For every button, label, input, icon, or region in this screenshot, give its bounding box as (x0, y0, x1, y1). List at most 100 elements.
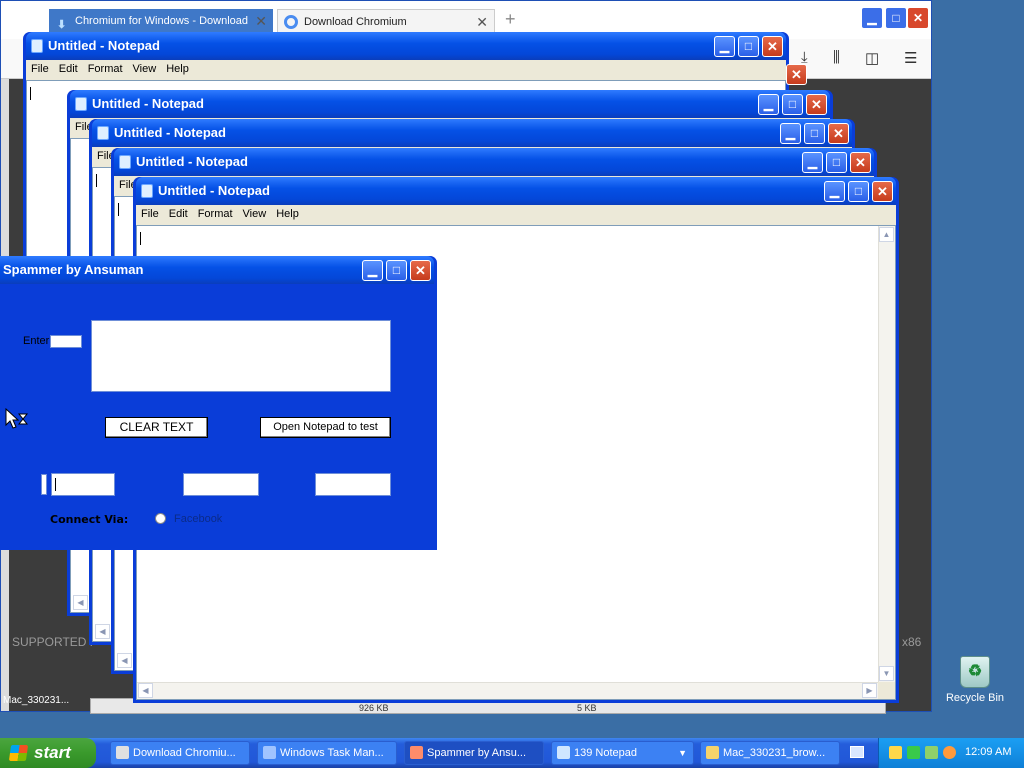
close-tab-icon[interactable]: ✕ (476, 10, 488, 33)
small-input[interactable] (41, 474, 47, 495)
window-title: Untitled - Notepad (92, 96, 204, 111)
sidebar-icon[interactable]: ◫ (865, 49, 879, 67)
input-field-2[interactable] (183, 473, 259, 496)
chromium-icon (116, 746, 129, 759)
menu-format[interactable]: Format (83, 60, 128, 75)
minimize-button[interactable]: ▁ (758, 94, 779, 115)
minimize-button[interactable]: ▁ (802, 152, 823, 173)
notepad-title-bar[interactable]: Untitled - Notepad ▁ □ ✕ (92, 119, 852, 147)
notepad-icon (141, 184, 153, 198)
windows-logo-icon (8, 745, 29, 761)
browser-tab-label: Download Chromium (304, 16, 407, 28)
minimize-button[interactable]: ▁ (780, 123, 801, 144)
close-button[interactable]: ✕ (410, 260, 431, 281)
task-label: 139 Notepad (574, 747, 637, 759)
recycle-bin[interactable]: ♻ Recycle Bin (942, 656, 1008, 704)
scroll-left-icon[interactable]: ◀ (73, 595, 88, 610)
notepad-title-bar[interactable]: Untitled - Notepad ▁ □ ✕ (136, 177, 896, 205)
close-button[interactable]: ✕ (806, 94, 827, 115)
menu-format[interactable]: Format (193, 205, 238, 220)
status-icon[interactable] (907, 746, 920, 759)
keyboard-icon[interactable] (850, 746, 864, 758)
minimize-button[interactable]: ▁ (362, 260, 383, 281)
browser-tab-download-chromium[interactable]: Download Chromium ✕ (277, 9, 495, 34)
scroll-up-icon[interactable]: ▲ (879, 227, 894, 242)
spammer-title-bar[interactable]: Spammer by Ansuman ▁ □ ✕ (0, 256, 434, 284)
browser-tab-chromium-for-windows[interactable]: ⬇ Chromium for Windows - Download ✕ (49, 9, 273, 34)
task-notepad-group[interactable]: 139 Notepad ▼ (551, 741, 694, 765)
horizontal-scrollbar[interactable]: ◀ ▶ (137, 682, 878, 699)
scroll-right-icon[interactable]: ▶ (862, 683, 877, 698)
download-icon: ⬇ (57, 19, 67, 31)
notepad-title-bar[interactable]: Untitled - Notepad ▁ □ ✕ (70, 90, 830, 118)
download-size: 926 KB (359, 703, 389, 713)
message-textarea[interactable] (91, 320, 391, 392)
menu-view[interactable]: View (128, 60, 162, 75)
download-filename: Mac_330231... (3, 695, 70, 706)
close-tab-icon[interactable]: ✕ (255, 9, 267, 34)
facebook-radio[interactable] (155, 513, 166, 524)
task-download-chromium[interactable]: Download Chromiu... (110, 741, 250, 765)
minimize-button[interactable]: ▁ (714, 36, 735, 57)
task-task-manager[interactable]: Windows Task Man... (257, 741, 397, 765)
text-caret (140, 232, 141, 245)
new-tab-button[interactable]: + (505, 9, 516, 30)
notepad-title-bar[interactable]: Untitled - Notepad ▁ □ ✕ (114, 148, 874, 176)
close-button[interactable]: ✕ (786, 64, 807, 85)
spammer-client-area: Enter CLEAR TEXT Open Notepad to test Co… (0, 284, 434, 547)
maximize-button[interactable]: □ (826, 152, 847, 173)
clock[interactable]: 12:09 AM (965, 746, 1011, 758)
browser-tab-label: Chromium for Windows - Download (75, 15, 248, 27)
maximize-button[interactable]: □ (738, 36, 759, 57)
close-button[interactable]: ✕ (850, 152, 871, 173)
maximize-button[interactable]: □ (386, 260, 407, 281)
menu-icon[interactable]: ☰ (904, 49, 917, 67)
task-mac-folder[interactable]: Mac_330231_brow... (700, 741, 840, 765)
vertical-scrollbar[interactable]: ▲ ▼ (878, 226, 895, 682)
resize-grip[interactable] (878, 682, 895, 699)
menu-file[interactable]: File (26, 60, 54, 75)
shield-icon[interactable] (889, 746, 902, 759)
input-field-1[interactable] (51, 473, 115, 496)
network-icon[interactable] (925, 746, 938, 759)
start-button[interactable]: start (0, 738, 96, 768)
browser-minimize-button[interactable]: ▁ (861, 7, 883, 29)
browser-close-button[interactable]: ✕ (907, 7, 929, 29)
scroll-down-icon[interactable]: ▼ (879, 666, 894, 681)
notepad-title-bar[interactable]: Untitled - Notepad ▁ □ ✕ (26, 32, 786, 60)
menu-edit[interactable]: Edit (54, 60, 83, 75)
scroll-left-icon[interactable]: ◀ (95, 624, 110, 639)
maximize-button[interactable]: □ (782, 94, 803, 115)
maximize-button[interactable]: □ (804, 123, 825, 144)
browser-maximize-button[interactable]: □ (885, 7, 907, 29)
menu-file[interactable]: File (136, 205, 164, 220)
text-caret (118, 203, 119, 216)
menu-edit[interactable]: Edit (164, 205, 193, 220)
repeat-count-input[interactable] (50, 335, 82, 348)
start-label: start (34, 743, 71, 762)
menu-help[interactable]: Help (161, 60, 194, 75)
task-spammer[interactable]: Spammer by Ansu... (404, 741, 544, 765)
spammer-icon (410, 746, 423, 759)
close-button[interactable]: ✕ (762, 36, 783, 57)
task-label: Mac_330231_brow... (723, 747, 826, 759)
library-icon[interactable]: ⫼ (833, 49, 840, 66)
open-notepad-button[interactable]: Open Notepad to test (260, 417, 391, 438)
recycle-bin-label: Recycle Bin (945, 692, 1005, 704)
menu-help[interactable]: Help (271, 205, 304, 220)
clear-text-button[interactable]: CLEAR TEXT (105, 417, 208, 438)
chevron-down-icon: ▼ (678, 748, 687, 758)
folder-icon (706, 746, 719, 759)
search-icon[interactable] (943, 746, 956, 759)
close-button[interactable]: ✕ (872, 181, 893, 202)
spammer-window[interactable]: Spammer by Ansuman ▁ □ ✕ Enter CLEAR TEX… (0, 256, 437, 550)
scroll-left-icon[interactable]: ◀ (138, 683, 153, 698)
close-button[interactable]: ✕ (828, 123, 849, 144)
busy-cursor-icon (5, 407, 29, 430)
maximize-button[interactable]: □ (848, 181, 869, 202)
menu-view[interactable]: View (238, 205, 272, 220)
task-label: Windows Task Man... (280, 747, 384, 759)
scroll-left-icon[interactable]: ◀ (117, 653, 132, 668)
minimize-button[interactable]: ▁ (824, 181, 845, 202)
input-field-3[interactable] (315, 473, 391, 496)
